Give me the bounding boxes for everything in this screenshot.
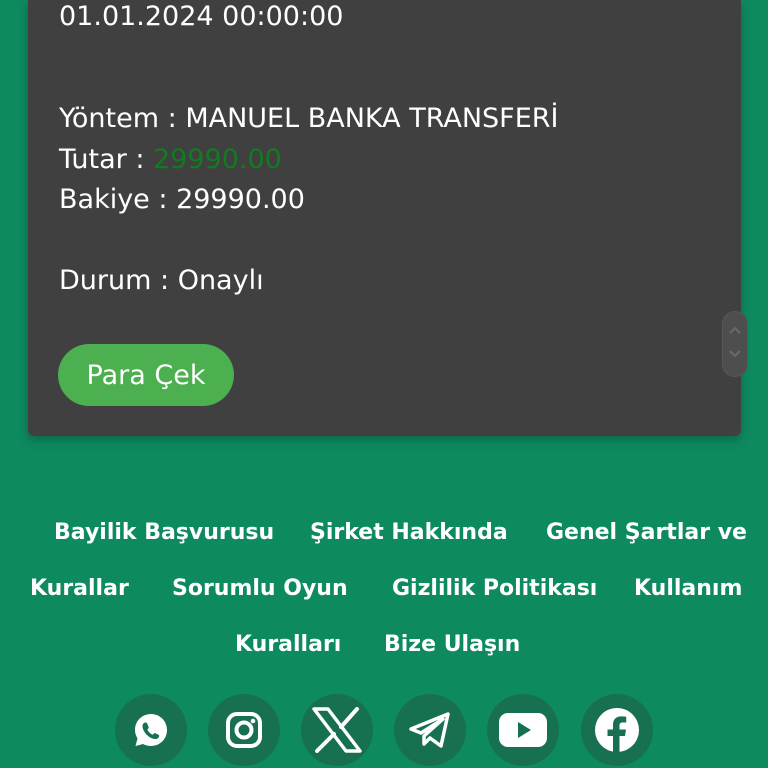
youtube-button[interactable]: [487, 694, 559, 766]
method-label: Yöntem :: [59, 103, 186, 134]
whatsapp-icon: [135, 714, 167, 746]
footer-link-usage[interactable]: Kullanım: [634, 574, 742, 604]
balance-label: Bakiye :: [59, 184, 177, 215]
facebook-button[interactable]: [581, 694, 653, 766]
footer-link-usage-cont[interactable]: Kuralları: [235, 630, 341, 660]
instagram-icon: [226, 712, 262, 748]
x-icon: [312, 707, 362, 753]
whatsapp-button[interactable]: [115, 694, 187, 766]
amount-value: 29990.00: [153, 144, 282, 175]
status-value: Onaylı: [177, 265, 264, 296]
balance-value: 29990.00: [176, 184, 305, 215]
balance-row: Bakiye : 29990.00: [59, 183, 305, 217]
footer-link-about[interactable]: Şirket Hakkında: [310, 518, 508, 548]
transaction-card: 01.01.2024 00:00:00 Yöntem : MANUEL BANK…: [28, 0, 748, 436]
page: 01.01.2024 00:00:00 Yöntem : MANUEL BANK…: [0, 0, 768, 768]
footer-link-dealership[interactable]: Bayilik Başvurusu: [54, 518, 274, 548]
telegram-button[interactable]: [394, 694, 466, 766]
amount-label: Tutar :: [59, 144, 153, 175]
status-label: Durum :: [59, 265, 178, 296]
scrollbar[interactable]: [722, 311, 748, 377]
method-value: MANUEL BANKA TRANSFERİ: [185, 103, 559, 134]
footer-link-privacy[interactable]: Gizlilik Politikası: [392, 574, 597, 604]
footer-link-terms[interactable]: Genel Şartlar ve: [546, 518, 747, 548]
scroll-down-icon[interactable]: [728, 349, 742, 359]
method-row: Yöntem : MANUEL BANKA TRANSFERİ: [59, 102, 558, 136]
youtube-icon: [499, 713, 547, 747]
scroll-up-icon[interactable]: [728, 325, 742, 335]
status-row: Durum : Onaylı: [59, 264, 264, 298]
x-button[interactable]: [301, 694, 373, 766]
withdraw-button[interactable]: Para Çek: [58, 344, 234, 406]
footer-link-terms-cont[interactable]: Kurallar: [30, 574, 129, 604]
facebook-icon: [595, 708, 639, 753]
instagram-button[interactable]: [208, 694, 280, 766]
amount-row: Tutar : 29990.00: [59, 143, 282, 177]
telegram-icon: [409, 712, 450, 748]
footer-link-contact[interactable]: Bize Ulaşın: [384, 630, 520, 660]
footer-link-responsible-gaming[interactable]: Sorumlu Oyun: [172, 574, 348, 604]
transaction-date: 01.01.2024 00:00:00: [59, 1, 344, 32]
